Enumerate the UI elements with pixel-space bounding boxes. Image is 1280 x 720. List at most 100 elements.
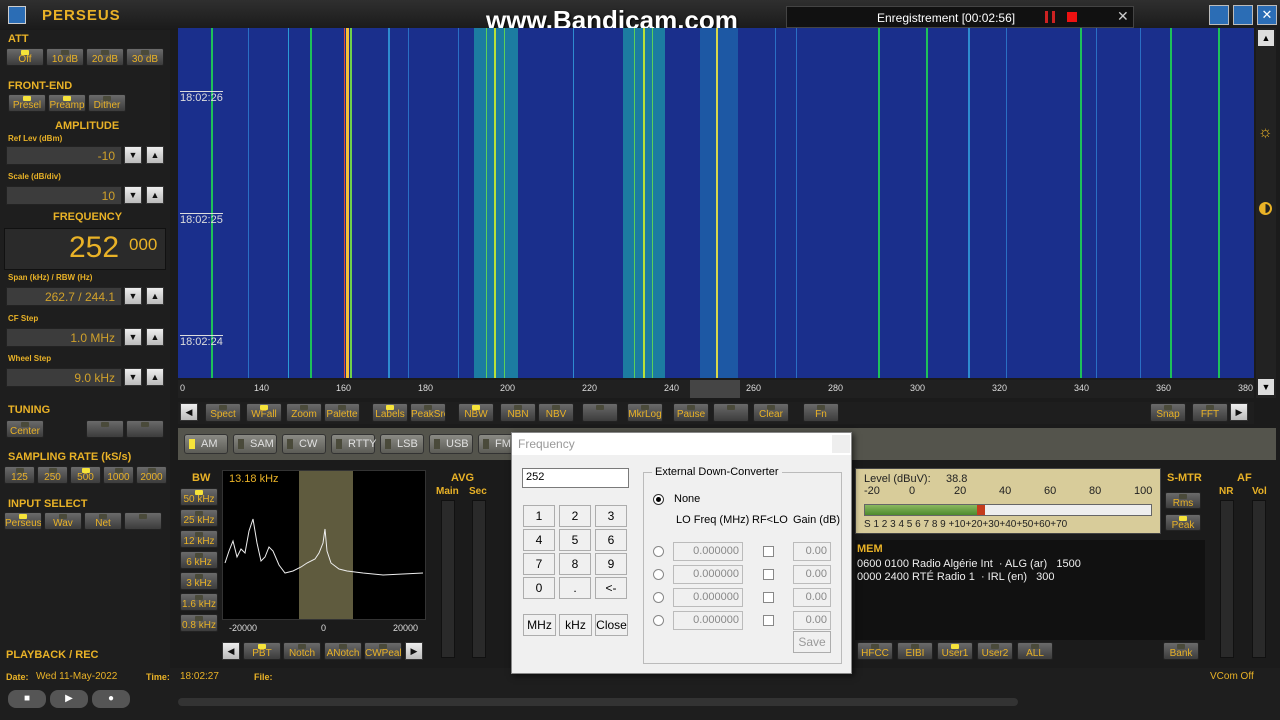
close-icon[interactable]: ✕	[1117, 8, 1129, 25]
mhz-button[interactable]: MHz	[523, 614, 556, 636]
close-button[interactable]: Close	[595, 614, 628, 636]
edc-row-radio[interactable]	[653, 546, 664, 557]
keypad-button[interactable]: 0	[523, 577, 555, 599]
cf-step-down[interactable]: ▼	[124, 328, 142, 346]
input-button[interactable]: Net	[84, 512, 122, 530]
tuned-window[interactable]	[690, 380, 740, 398]
keypad-button[interactable]: <-	[595, 577, 627, 599]
ref-level-down[interactable]: ▼	[124, 146, 142, 164]
toolbar-button[interactable]: Labels	[372, 403, 408, 422]
att-button[interactable]: 10 dB	[46, 48, 84, 66]
sampling-button[interactable]: 500	[70, 466, 101, 484]
keypad-button[interactable]: 2	[559, 505, 591, 527]
close-button[interactable]: ✕	[1257, 5, 1277, 25]
bw-left-arrow[interactable]: ◀	[222, 642, 240, 660]
toolbar-button[interactable]: PeakSrc	[410, 403, 446, 422]
mode-lsb-button[interactable]: LSB	[380, 434, 424, 454]
att-button[interactable]: 30 dB	[126, 48, 164, 66]
brightness-icon[interactable]: ☼	[1258, 124, 1273, 142]
keypad-button[interactable]: 5	[559, 529, 591, 551]
att-button[interactable]: 20 dB	[86, 48, 124, 66]
bw-button[interactable]: 25 kHz	[180, 509, 218, 527]
bw-button[interactable]: 12 kHz	[180, 530, 218, 548]
input-button[interactable]	[124, 512, 162, 530]
stop-icon[interactable]	[1067, 12, 1077, 22]
playback-rec-button[interactable]: ●	[92, 690, 130, 708]
mem-button[interactable]: User1	[937, 642, 973, 660]
rf-lo-checkbox[interactable]	[763, 546, 774, 557]
mem-button[interactable]: EIBI	[897, 642, 933, 660]
edc-row-radio[interactable]	[653, 615, 664, 626]
keypad-button[interactable]: 8	[559, 553, 591, 575]
save-button[interactable]: Save	[793, 631, 831, 653]
keypad-button[interactable]: 6	[595, 529, 627, 551]
toolbar-left-arrow[interactable]: ◀	[180, 403, 198, 421]
cf-step-field[interactable]: 1.0 MHz	[6, 328, 122, 347]
gain-field[interactable]: 0.00	[793, 588, 831, 607]
keypad-button[interactable]: 3	[595, 505, 627, 527]
bw-button[interactable]: 3 kHz	[180, 572, 218, 590]
tuning-button[interactable]	[86, 420, 124, 438]
toolbar-button[interactable]: Palette	[324, 403, 360, 422]
wheel-step-field[interactable]: 9.0 kHz	[6, 368, 122, 387]
toolbar-button[interactable]: Snap	[1150, 403, 1186, 422]
mem-row[interactable]: 0000 2400 RTÉ Radio 1 · IRL (en) 300	[857, 571, 1055, 583]
mode-usb-button[interactable]: USB	[429, 434, 473, 454]
toolbar-button[interactable]: NBN	[500, 403, 536, 422]
mode-sam-button[interactable]: SAM	[233, 434, 277, 454]
toolbar-button[interactable]: Clear	[753, 403, 789, 422]
mem-button[interactable]: User2	[977, 642, 1013, 660]
avg-main-slider[interactable]	[441, 500, 455, 658]
mem-button[interactable]: ALL	[1017, 642, 1053, 660]
lo-freq-field[interactable]: 0.000000	[673, 588, 743, 607]
span-up[interactable]: ▲	[146, 287, 164, 305]
ref-level-field[interactable]: -10	[6, 146, 122, 165]
lo-freq-field[interactable]: 0.000000	[673, 565, 743, 584]
toolbar-button[interactable]: NBV	[538, 403, 574, 422]
mode-rtty-button[interactable]: RTTY	[331, 434, 377, 454]
bwbar-button[interactable]: PBT	[243, 642, 281, 660]
minimize-button[interactable]	[1209, 5, 1229, 25]
input-button[interactable]: Wav	[44, 512, 82, 530]
gain-field[interactable]: 0.00	[793, 565, 831, 584]
bwbar-button[interactable]: CWPeak	[364, 642, 402, 660]
mem-button[interactable]: Bank	[1163, 642, 1199, 660]
keypad-button[interactable]: 7	[523, 553, 555, 575]
frequency-display[interactable]: 252 000	[4, 228, 166, 270]
playback-progress[interactable]	[178, 698, 1018, 706]
bwbar-button[interactable]: ANotch	[324, 642, 362, 660]
toolbar-button[interactable]	[713, 403, 749, 422]
cf-step-up[interactable]: ▲	[146, 328, 164, 346]
nr-slider[interactable]	[1220, 500, 1234, 658]
rf-lo-checkbox[interactable]	[763, 592, 774, 603]
scale-up[interactable]: ▲	[146, 186, 164, 204]
dialog-titlebar[interactable]: Frequency	[512, 433, 851, 455]
vol-slider[interactable]	[1252, 500, 1266, 658]
frontend-button[interactable]: Presel	[8, 94, 46, 112]
toolbar-right-arrow[interactable]: ▶	[1230, 403, 1248, 421]
mem-row[interactable]: 0600 0100 Radio Algérie Int · ALG (ar) 1…	[857, 558, 1081, 570]
scroll-up-icon[interactable]: ▲	[1258, 30, 1274, 46]
toolbar-button[interactable]: MkrLog	[627, 403, 663, 422]
keypad-button[interactable]: .	[559, 577, 591, 599]
sampling-button[interactable]: 2000	[136, 466, 167, 484]
bwbar-button[interactable]: Notch	[283, 642, 321, 660]
keypad-button[interactable]: 4	[523, 529, 555, 551]
rms-button[interactable]: Rms	[1165, 492, 1201, 509]
frontend-button[interactable]: Dither	[88, 94, 126, 112]
span-down[interactable]: ▼	[124, 287, 142, 305]
rf-lo-checkbox[interactable]	[763, 569, 774, 580]
scale-field[interactable]: 10	[6, 186, 122, 205]
toolbar-button[interactable]: Pause	[673, 403, 709, 422]
wheel-step-up[interactable]: ▲	[146, 368, 164, 386]
dialog-close-icon[interactable]	[832, 435, 850, 453]
sampling-button[interactable]: 1000	[103, 466, 134, 484]
input-button[interactable]: Perseus	[4, 512, 42, 530]
edc-row-radio[interactable]	[653, 592, 664, 603]
maximize-button[interactable]	[1233, 5, 1253, 25]
toolbar-button[interactable]: Fn	[803, 403, 839, 422]
mode-cw-button[interactable]: CW	[282, 434, 326, 454]
right-scrollbar[interactable]: ▲ ☼ ▼	[1256, 28, 1276, 398]
none-radio[interactable]	[653, 494, 664, 505]
waterfall[interactable]: 18:02:26 18:02:25 18:02:24	[178, 28, 1254, 378]
